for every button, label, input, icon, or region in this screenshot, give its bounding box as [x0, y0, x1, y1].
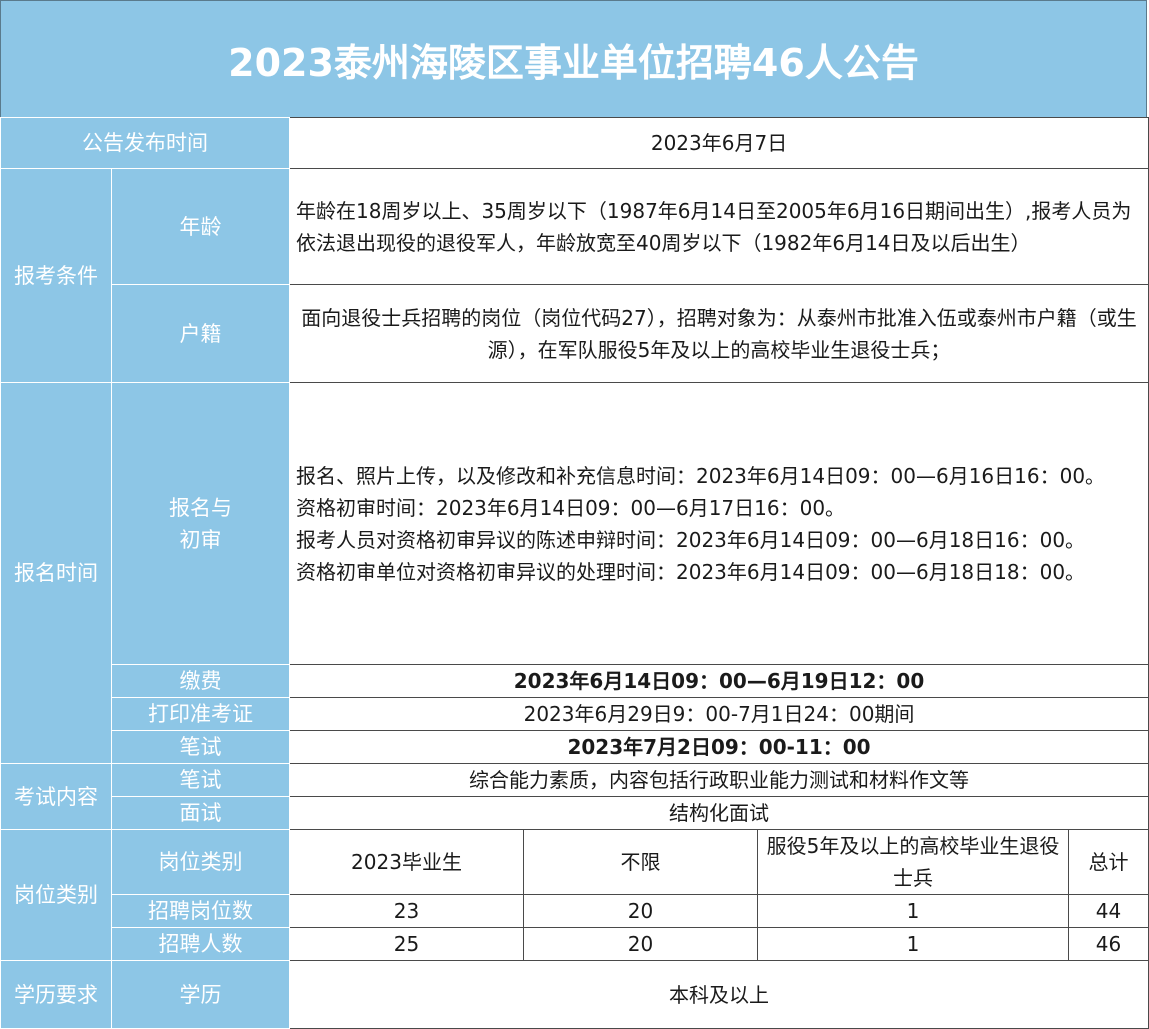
register-label: 报名与 初审 [111, 382, 290, 665]
announcement-table: 公告发布时间 2023年6月7日 报考条件 年龄 年龄在18周岁以上、35周岁以… [0, 117, 1149, 1029]
print-label: 打印准考证 [111, 697, 290, 731]
content-label: 考试内容 [0, 763, 112, 830]
publish-value: 2023年6月7日 [288, 117, 1149, 169]
age-value: 年龄在18周岁以上、35周岁以下（1987年6月14日至2005年6月16日期间… [288, 168, 1149, 285]
count-cell: 44 [1067, 894, 1149, 928]
conditions-label: 报考条件 [0, 168, 112, 383]
written-time-value: 2023年7月2日09：00-11：00 [288, 730, 1149, 764]
people-cell: 20 [523, 927, 758, 961]
table-row: 报名时间 报名与 初审 报名、照片上传，以及修改和补充信息时间：2023年6月1… [0, 382, 1149, 764]
education-sub-label: 学历 [111, 960, 290, 1029]
column-header: 服役5年及以上的高校毕业生退役士兵 [757, 829, 1069, 895]
table-row: 缴费 2023年6月14日09：00—6月19日12：00 [1, 664, 1149, 698]
count-cell: 20 [523, 894, 758, 928]
posts-label: 岗位类别 [0, 829, 112, 961]
register-line: 资格初审时间：2023年6月14日09：00—6月17日16：00。 [296, 495, 846, 520]
table-row: 学历要求 学历 本科及以上 [0, 960, 1149, 1029]
column-header: 2023毕业生 [289, 829, 524, 895]
title-banner: 2023泰州海陵区事业单位招聘46人公告 [0, 0, 1147, 118]
register-line: 报名、照片上传，以及修改和补充信息时间：2023年6月14日09：00—6月16… [296, 463, 1106, 488]
huji-label: 户籍 [111, 284, 290, 383]
table-row: 打印准考证 2023年6月29日9：00-7月1日24：00期间 [1, 697, 1149, 731]
signup-label: 报名时间 [0, 382, 112, 764]
people-cell: 46 [1067, 927, 1149, 961]
register-line: 资格初审单位对资格初审异议的处理时间：2023年6月14日09：00—6月18日… [296, 559, 1086, 584]
table-row: 报考条件 年龄 年龄在18周岁以上、35周岁以下（1987年6月14日至2005… [0, 168, 1149, 383]
written-content-value: 综合能力素质，内容包括行政职业能力测试和材料作文等 [288, 763, 1149, 797]
table-row: 招聘岗位数 23 20 1 44 [1, 894, 1149, 928]
table-row: 笔试 2023年7月2日09：00-11：00 [1, 730, 1149, 764]
education-value: 本科及以上 [288, 960, 1149, 1029]
table-row: 岗位类别 岗位类别 2023毕业生 不限 服役5年及以上的高校毕业生退役士兵 总… [0, 829, 1149, 961]
age-label: 年龄 [111, 168, 290, 285]
fee-value: 2023年6月14日09：00—6月19日12：00 [288, 664, 1149, 698]
column-header: 不限 [523, 829, 758, 895]
table-row: 招聘人数 25 20 1 46 [1, 927, 1149, 961]
education-label: 学历要求 [0, 960, 112, 1029]
count-cell: 1 [757, 894, 1069, 928]
count-label: 招聘岗位数 [111, 894, 290, 928]
register-line: 报考人员对资格初审异议的陈述申辩时间：2023年6月14日09：00—6月18日… [296, 527, 1086, 552]
table-row: 考试内容 笔试 综合能力素质，内容包括行政职业能力测试和材料作文等 [0, 763, 1149, 830]
people-cell: 1 [757, 927, 1069, 961]
column-header: 总计 [1067, 829, 1149, 895]
table-row: 户籍 面向退役士兵招聘的岗位（岗位代码27），招聘对象为：从泰州市批准入伍或泰州… [1, 284, 1149, 383]
people-label: 招聘人数 [111, 927, 290, 961]
interview-label: 面试 [111, 796, 290, 830]
publish-label: 公告发布时间 [0, 117, 290, 169]
table-row: 公告发布时间 2023年6月7日 [0, 117, 1149, 169]
category-label: 岗位类别 [111, 829, 290, 895]
count-cell: 23 [289, 894, 524, 928]
written-content-label: 笔试 [111, 763, 290, 797]
table-row: 面试 结构化面试 [1, 796, 1149, 830]
people-cell: 25 [289, 927, 524, 961]
written-time-label: 笔试 [111, 730, 290, 764]
fee-label: 缴费 [111, 664, 290, 698]
page-title: 2023泰州海陵区事业单位招聘46人公告 [228, 40, 919, 85]
huji-value: 面向退役士兵招聘的岗位（岗位代码27），招聘对象为：从泰州市批准入伍或泰州市户籍… [288, 284, 1149, 383]
register-value: 报名、照片上传，以及修改和补充信息时间：2023年6月14日09：00—6月16… [288, 382, 1149, 665]
announcement-sheet: 2023泰州海陵区事业单位招聘46人公告 公告发布时间 2023年6月7日 报考… [0, 0, 1149, 1029]
print-value: 2023年6月29日9：00-7月1日24：00期间 [288, 697, 1149, 731]
interview-value: 结构化面试 [288, 796, 1149, 830]
